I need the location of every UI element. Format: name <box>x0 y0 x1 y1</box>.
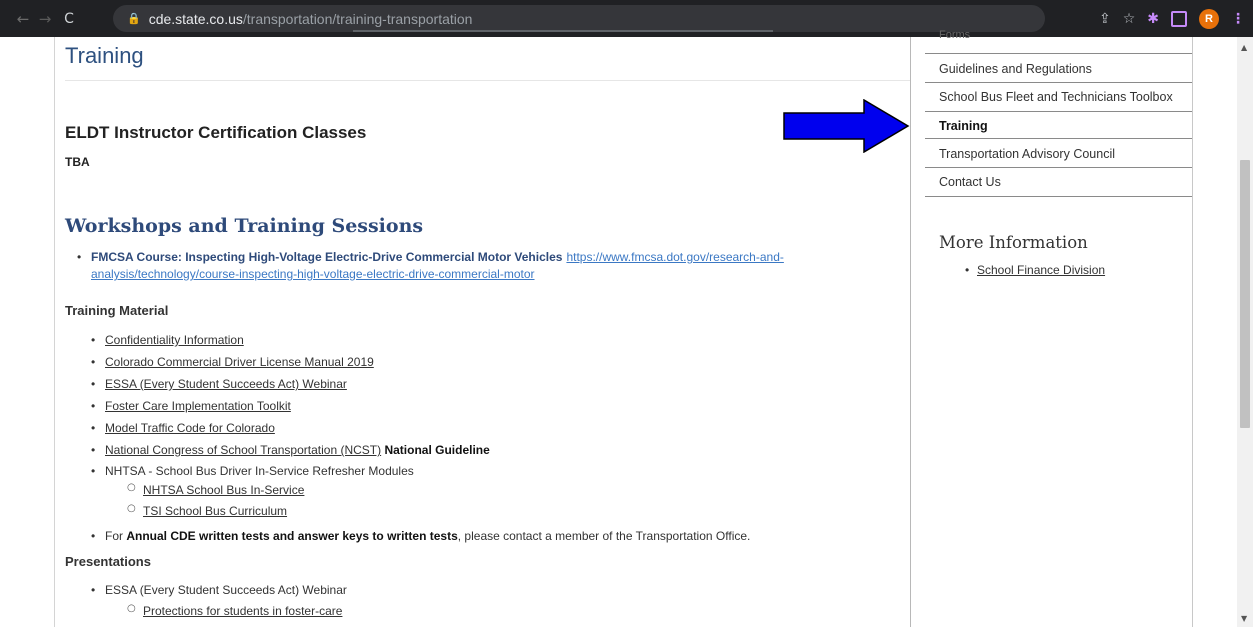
bullet-icon: • <box>91 421 96 435</box>
annual-suffix: , please contact a member of the Transpo… <box>457 529 751 543</box>
fmcsa-label: FMCSA Course: Inspecting High-Voltage El… <box>91 250 563 264</box>
sidebar-item-training[interactable]: Training <box>925 112 1192 139</box>
back-arrow-icon[interactable]: ← <box>12 10 34 28</box>
list-item: • Foster Care Implementation Toolkit <box>91 399 291 413</box>
sidebar-item-label: Forms <box>939 29 971 41</box>
bookmark-star-icon[interactable]: ☆ <box>1123 11 1136 27</box>
web-page: Training ELDT Instructor Certification C… <box>0 29 1253 627</box>
annual-bold: Annual CDE written tests and answer keys… <box>126 529 458 543</box>
circle-bullet-icon: ○ <box>127 482 136 493</box>
bullet-icon: • <box>91 583 96 597</box>
menu-dots-icon[interactable]: ⋮ <box>1231 11 1245 27</box>
sidebar-item-guidelines[interactable]: Guidelines and Regulations <box>925 54 1192 83</box>
sidebar-item-contact[interactable]: Contact Us <box>925 168 1192 197</box>
blue-arrow-icon <box>783 99 910 153</box>
sidebar-item-advisory-council[interactable]: Transportation Advisory Council <box>925 139 1192 168</box>
presentations-item: ESSA (Every Student Succeeds Act) Webina… <box>105 583 347 597</box>
side-panel-icon[interactable] <box>1171 10 1187 27</box>
foster-care-protections-link[interactable]: Protections for students in foster-care <box>143 604 342 618</box>
traffic-code-link[interactable]: Model Traffic Code for Colorado <box>105 421 275 435</box>
training-material-heading: Training Material <box>65 303 169 318</box>
ncst-link[interactable]: National Congress of School Transportati… <box>105 443 381 457</box>
url-path: /transportation/training-transportation <box>242 10 473 27</box>
annual-prefix: For <box>105 529 123 543</box>
scroll-down-icon[interactable]: ▼ <box>1241 614 1247 623</box>
page-title: Training <box>65 43 144 68</box>
school-finance-link[interactable]: School Finance Division <box>977 263 1105 277</box>
bullet-icon: • <box>91 443 96 457</box>
sidebar-item-label: Transportation Advisory Council <box>939 147 1116 161</box>
bullet-icon: • <box>91 529 96 543</box>
sidebar-item-forms[interactable]: Forms <box>925 29 1192 54</box>
circle-bullet-icon: ○ <box>127 503 136 514</box>
bullet-icon: • <box>91 333 96 347</box>
title-divider <box>65 80 910 81</box>
extensions-puzzle-icon[interactable]: ✱ <box>1147 11 1159 27</box>
address-bar[interactable]: 🔒 cde.state.co.us/transportation/trainin… <box>113 5 1045 32</box>
list-item: • NHTSA - School Bus Driver In-Service Re… <box>91 464 414 478</box>
nhtsa-label: NHTSA - School Bus Driver In-Service Ref… <box>105 464 414 478</box>
share-icon[interactable]: ⇪ <box>1099 11 1111 27</box>
page-scrollbar[interactable]: ▲ ▼ <box>1237 37 1253 627</box>
bullet-icon: • <box>91 399 96 413</box>
cdl-manual-link[interactable]: Colorado Commercial Driver License Manua… <box>105 355 374 369</box>
bullet-icon: • <box>77 250 82 264</box>
ncst-suffix: National Guideline <box>384 443 490 457</box>
sidebar-item-label: Training <box>939 119 988 133</box>
confidentiality-link[interactable]: Confidentiality Information <box>105 333 244 347</box>
more-information-heading: More Information <box>939 233 1088 252</box>
bullet-icon: • <box>91 464 96 478</box>
workshops-heading: Workshops and Training Sessions <box>65 215 424 237</box>
list-item: • ESSA (Every Student Succeeds Act) Webin… <box>91 377 347 391</box>
scroll-thumb[interactable] <box>1240 160 1250 428</box>
eldt-status: TBA <box>65 155 90 169</box>
fmcsa-list-item: • FMCSA Course: Inspecting High-Voltage … <box>77 249 881 283</box>
sidebar-item-label: School Bus Fleet and Technicians Toolbox <box>939 90 1173 104</box>
scroll-up-icon[interactable]: ▲ <box>1241 43 1247 52</box>
foster-care-toolkit-link[interactable]: Foster Care Implementation Toolkit <box>105 399 291 413</box>
list-item: • National Congress of School Transportat… <box>91 443 490 457</box>
loading-bar <box>353 30 773 32</box>
presentations-heading: Presentations <box>65 554 151 569</box>
url-host: cde.state.co.us <box>148 10 243 27</box>
bullet-icon: • <box>91 355 96 369</box>
profile-avatar[interactable]: R <box>1199 8 1219 29</box>
essa-webinar-link[interactable]: ESSA (Every Student Succeeds Act) Webina… <box>105 377 347 391</box>
list-item: • Colorado Commercial Driver License Manu… <box>91 355 374 369</box>
sub-list-item: ○ TSI School Bus Curriculum <box>127 503 287 518</box>
eldt-heading: ELDT Instructor Certification Classes <box>65 123 367 142</box>
sidebar-item-label: Guidelines and Regulations <box>939 62 1092 76</box>
bullet-icon: • <box>965 263 970 277</box>
list-item: • Confidentiality Information <box>91 333 244 347</box>
nhtsa-inservice-link[interactable]: NHTSA School Bus In-Service <box>143 483 304 497</box>
sidebar-item-toolbox[interactable]: School Bus Fleet and Technicians Toolbox <box>925 83 1192 112</box>
sub-list-item: ○ NHTSA School Bus In-Service <box>127 482 304 497</box>
sidebar: Forms Guidelines and Regulations School … <box>909 29 1193 627</box>
tsi-curriculum-link[interactable]: TSI School Bus Curriculum <box>143 504 287 518</box>
list-item: • For Annual CDE written tests and answer… <box>91 529 751 543</box>
forward-arrow-icon[interactable]: → <box>34 10 56 28</box>
reload-icon[interactable]: C <box>58 11 80 27</box>
list-item: • ESSA (Every Student Succeeds Act) Webin… <box>91 583 347 597</box>
list-item: • Model Traffic Code for Colorado <box>91 421 275 435</box>
sidebar-item-label: Contact Us <box>939 175 1001 189</box>
bullet-icon: • <box>91 377 96 391</box>
lock-icon[interactable]: 🔒 <box>127 12 141 25</box>
sub-list-item: ○ Protections for students in foster-care <box>127 603 342 618</box>
circle-bullet-icon: ○ <box>127 603 136 614</box>
